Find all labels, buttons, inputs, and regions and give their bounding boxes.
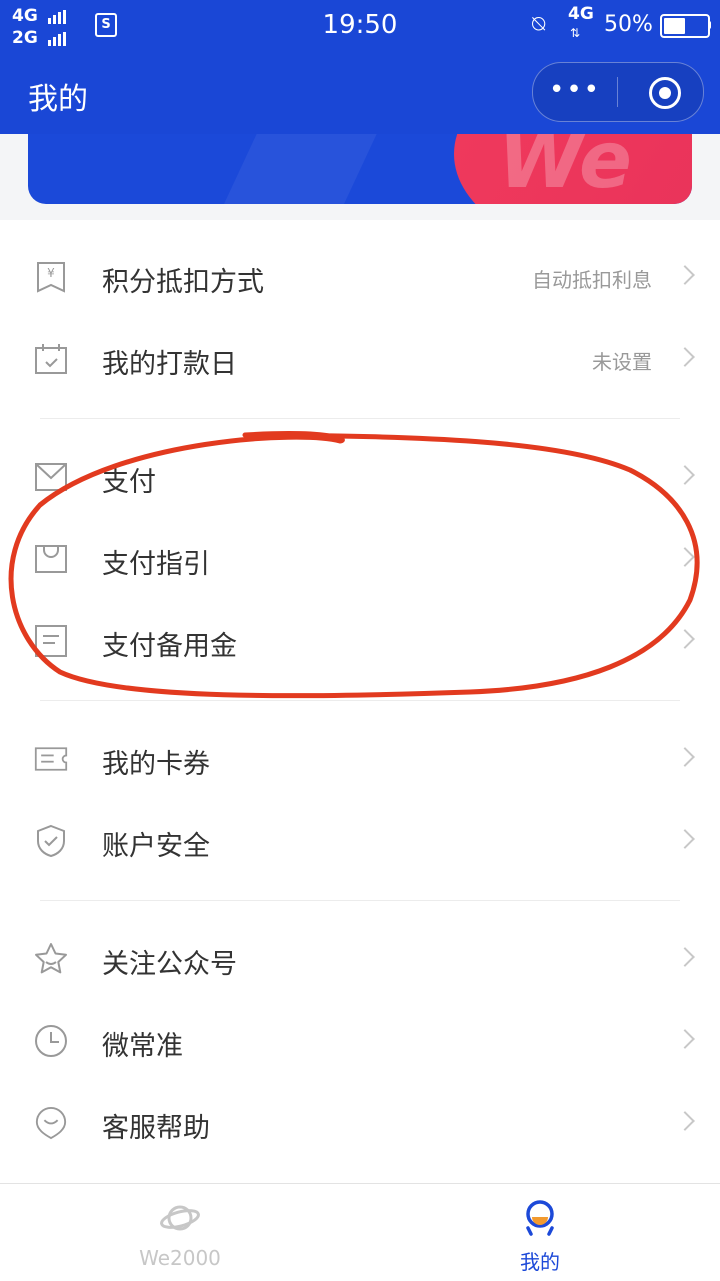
- menu-item-points-deduction[interactable]: ¥ 积分抵扣方式 自动抵扣利息: [0, 238, 720, 320]
- menu-item-coupons[interactable]: 我的卡券: [0, 720, 720, 802]
- document-icon: [35, 625, 67, 657]
- clock-icon: [35, 1025, 67, 1057]
- page-title: 我的: [28, 82, 88, 117]
- chevron-right-icon: [675, 465, 695, 485]
- tab-we2000[interactable]: We2000: [0, 1184, 360, 1281]
- battery-fill: [664, 18, 685, 34]
- top-bar: 4G 2G S 19:50 ⍉ 4G ⇅ 50% 我的 •••: [0, 0, 720, 134]
- envelope-icon: [35, 463, 67, 491]
- miniprogram-capsule: •••: [532, 62, 704, 122]
- menu-item-label: 微常准: [102, 1031, 183, 1062]
- banner-logo-text: We: [498, 134, 632, 204]
- network-label: 4G: [568, 4, 594, 24]
- chevron-right-icon: [675, 1111, 695, 1131]
- battery-icon: [660, 14, 710, 38]
- profile-banner[interactable]: We: [28, 134, 692, 204]
- menu-item-label: 账户安全: [102, 831, 210, 862]
- menu-list: ¥ 积分抵扣方式 自动抵扣利息 我的打款日 未设置 支付 支付指引 支付备用金 …: [0, 220, 720, 1183]
- chat-heart-icon: [35, 1106, 67, 1140]
- banner-decoration: [210, 134, 386, 204]
- menu-item-label: 关注公众号: [102, 949, 237, 980]
- menu-item-label: 支付备用金: [102, 631, 237, 662]
- shield-icon: [37, 824, 65, 858]
- close-miniprogram-button[interactable]: [649, 77, 681, 109]
- group-divider: [40, 418, 680, 419]
- star-icon: [35, 943, 67, 974]
- data-arrows-icon: ⇅: [570, 26, 581, 40]
- menu-item-label: 我的打款日: [102, 349, 237, 380]
- calendar-check-icon: [35, 344, 67, 374]
- coupon-icon: [34, 747, 68, 771]
- more-button[interactable]: •••: [533, 63, 617, 121]
- chevron-right-icon: [675, 947, 695, 967]
- chevron-right-icon: [675, 747, 695, 767]
- yen-tag-icon: ¥: [37, 262, 65, 293]
- status-bar: 4G 2G S 19:50 ⍉ 4G ⇅ 50%: [0, 0, 720, 54]
- menu-item-follow-account[interactable]: 关注公众号: [0, 920, 720, 1002]
- menu-item-value: 未设置: [592, 350, 652, 374]
- menu-item-account-security[interactable]: 账户安全: [0, 802, 720, 884]
- group-divider: [40, 900, 680, 901]
- menu-item-label: 客服帮助: [102, 1113, 210, 1144]
- chevron-right-icon: [675, 547, 695, 567]
- menu-item-payment[interactable]: 支付: [0, 438, 720, 520]
- bag-icon: [35, 545, 67, 573]
- tab-mine[interactable]: 我的: [360, 1184, 720, 1281]
- banner-area: We: [0, 134, 720, 220]
- menu-item-label: 支付指引: [102, 549, 210, 580]
- menu-item-payment-day[interactable]: 我的打款日 未设置: [0, 320, 720, 402]
- menu-item-label: 我的卡券: [102, 749, 210, 780]
- chevron-right-icon: [675, 629, 695, 649]
- group-divider: [40, 700, 680, 701]
- capsule-divider: [617, 77, 618, 107]
- menu-item-payment-guide[interactable]: 支付指引: [0, 520, 720, 602]
- chevron-right-icon: [675, 347, 695, 367]
- tab-bar: We2000 我的: [0, 1183, 720, 1281]
- tab-label: 我的: [520, 1250, 560, 1274]
- menu-item-label: 支付: [102, 467, 156, 498]
- menu-item-customer-service[interactable]: 客服帮助: [0, 1084, 720, 1166]
- planet-icon: [160, 1205, 200, 1231]
- battery-cap: [708, 21, 711, 29]
- user-icon: [526, 1200, 554, 1236]
- chevron-right-icon: [675, 1029, 695, 1049]
- svg-text:¥: ¥: [47, 266, 55, 280]
- battery-percent: 50%: [604, 12, 653, 37]
- menu-item-value: 自动抵扣利息: [532, 268, 652, 292]
- chevron-right-icon: [675, 265, 695, 285]
- menu-item-weichangzhun[interactable]: 微常准: [0, 1002, 720, 1084]
- mute-icon: ⍉: [532, 12, 546, 37]
- menu-item-payment-reserve[interactable]: 支付备用金: [0, 602, 720, 684]
- tab-label: We2000: [139, 1246, 221, 1270]
- chevron-right-icon: [675, 829, 695, 849]
- menu-item-label: 积分抵扣方式: [102, 267, 264, 298]
